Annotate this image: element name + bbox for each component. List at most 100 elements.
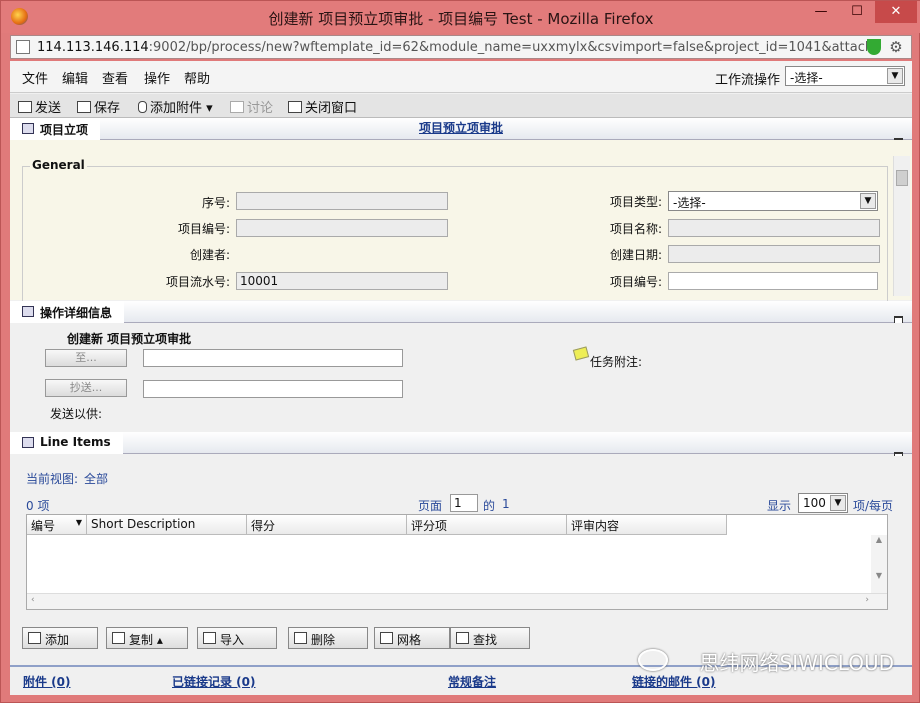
of-label: 的 [483, 499, 496, 513]
section-ops-title: 操作详细信息 [40, 306, 113, 320]
col-review[interactable]: 评审内容 [567, 515, 727, 535]
import-label: 导入 [220, 633, 245, 647]
current-view-value[interactable]: 全部 [84, 470, 108, 487]
attachments-link[interactable]: 附件 (0) [23, 673, 71, 690]
serial-field[interactable]: 10001 [236, 272, 448, 290]
scrollbar-thumb[interactable] [896, 170, 908, 186]
search-icon [456, 632, 469, 644]
address-bar[interactable]: 114.113.146.114:9002/bp/process/new?wfte… [10, 35, 912, 59]
ops-panel: 创建新 项目预立项审批 至... 抄送... 发送以供: 任务附注: [10, 323, 912, 433]
section-project-tab[interactable]: 项目立项 [10, 118, 101, 140]
save-button[interactable]: 保存 [77, 97, 120, 116]
col-score[interactable]: 得分 [247, 515, 407, 535]
general-legend: General [30, 158, 87, 172]
scroll-right-icon[interactable]: › [865, 595, 869, 605]
menu-file[interactable]: 文件 [22, 68, 48, 87]
find-label: 查找 [473, 633, 498, 647]
section-lineitems-title: Line Items [40, 435, 111, 449]
col-score-item[interactable]: 评分项 [407, 515, 567, 535]
section-project-title: 项目立项 [40, 123, 89, 137]
form-title: 项目预立项审批 [418, 121, 503, 135]
section-lineitems-header: Line Items [10, 432, 912, 461]
url-path: :9002/bp/process/new?wftemplate_id=62&mo… [148, 40, 867, 55]
type-label: 项目类型: [609, 195, 662, 209]
project-type-value: -选择- [673, 196, 706, 210]
item-count: 0 项 [26, 499, 50, 513]
grid-hscroll[interactable]: ‹ › [27, 593, 887, 609]
menu-edit[interactable]: 编辑 [62, 68, 88, 87]
browser-window: 创建新 项目预立项审批 - 项目编号 Test - Mozilla Firefo… [0, 0, 920, 703]
send-button[interactable]: 发送 [18, 97, 61, 116]
current-view-label: 当前视图: [26, 472, 79, 486]
add-attachment-button[interactable]: 添加附件 ▾ [138, 97, 213, 116]
general-scrollbar[interactable] [893, 156, 910, 296]
save-label: 保存 [94, 101, 121, 116]
name-label: 项目名称: [609, 222, 662, 236]
note-icon [572, 346, 590, 361]
gear-icon[interactable]: ⚙ [887, 38, 905, 56]
copy-icon [112, 632, 125, 644]
proj-code-field[interactable] [236, 219, 448, 237]
grid-vscroll[interactable]: ▲ ▼ [871, 535, 887, 593]
to-input[interactable] [143, 349, 403, 367]
task-note-label: 任务附注: [590, 355, 643, 369]
col-number[interactable]: 编号 ▼ [27, 515, 87, 535]
delete-button[interactable]: 删除 [288, 627, 368, 649]
serial-label: 项目流水号: [165, 275, 230, 289]
linked-records-link[interactable]: 已链接记录 (0) [172, 673, 256, 690]
per-page-select[interactable]: 100 ▼ [798, 493, 848, 513]
col-short-desc[interactable]: Short Description [87, 515, 247, 535]
project-name-field[interactable] [668, 219, 880, 237]
ops-icon [22, 306, 34, 317]
grid-icon [380, 632, 393, 644]
seq-field[interactable] [236, 192, 448, 210]
section-ops-tab[interactable]: 操作详细信息 [10, 301, 125, 323]
grid-button[interactable]: 网格 [374, 627, 450, 649]
workflow-label: 工作流操作 [715, 73, 781, 88]
general-panel: General 序号: 项目编号: 创建者: 项目流水号: 10001 项目类型… [10, 140, 912, 326]
col-number-label: 编号 [31, 519, 56, 533]
menu-help[interactable]: 帮助 [184, 68, 210, 87]
project-type-select[interactable]: -选择- ▼ [668, 191, 878, 211]
workflow-select[interactable]: -选择- ▼ [785, 66, 905, 86]
minimize-button[interactable]: — [803, 1, 839, 23]
list-icon [22, 437, 34, 448]
add-label: 添加 [45, 633, 70, 647]
page-label: 页面 [418, 499, 443, 513]
per-page-value: 100 [803, 496, 826, 510]
add-button[interactable]: 添加 [22, 627, 98, 649]
import-icon [203, 632, 216, 644]
paperclip-icon [138, 101, 147, 113]
discuss-button[interactable]: 讨论 [230, 97, 273, 116]
to-button[interactable]: 至... [45, 349, 127, 367]
create-date-field[interactable] [668, 245, 880, 263]
wechat-icon [638, 649, 668, 671]
close-window-button[interactable]: 关闭窗口 [288, 97, 357, 116]
chevron-down-icon: ▼ [860, 193, 876, 209]
close-button[interactable]: ✕ [875, 1, 917, 23]
url-text[interactable]: 114.113.146.114:9002/bp/process/new?wfte… [37, 40, 867, 55]
page-input[interactable]: 1 [450, 494, 478, 512]
menu-action[interactable]: 操作 [144, 68, 170, 87]
import-button[interactable]: 导入 [197, 627, 277, 649]
discuss-icon [230, 101, 244, 113]
cc-input[interactable] [143, 380, 403, 398]
security-shield-icon[interactable] [867, 39, 881, 55]
proj-code2-field[interactable] [668, 272, 878, 290]
scroll-left-icon[interactable]: ‹ [31, 595, 35, 605]
copy-button[interactable]: 复制 ▴ [106, 627, 188, 649]
grid-label: 网格 [397, 633, 422, 647]
grid-header: 编号 ▼ Short Description 得分 评分项 评审内容 [27, 515, 727, 535]
chevron-down-icon[interactable]: ▼ [76, 518, 82, 527]
find-button[interactable]: 查找 [450, 627, 530, 649]
cc-button[interactable]: 抄送... [45, 379, 127, 397]
proj-code2-label: 项目编号: [609, 275, 662, 289]
add-icon [28, 632, 41, 644]
save-icon [77, 101, 91, 113]
send-icon [18, 101, 32, 113]
section-lineitems-tab[interactable]: Line Items [10, 432, 123, 454]
maximize-button[interactable]: ☐ [839, 1, 875, 23]
notes-link[interactable]: 常规备注 [448, 673, 496, 690]
menu-view[interactable]: 查看 [102, 68, 128, 87]
page-total: 1 [502, 497, 510, 511]
